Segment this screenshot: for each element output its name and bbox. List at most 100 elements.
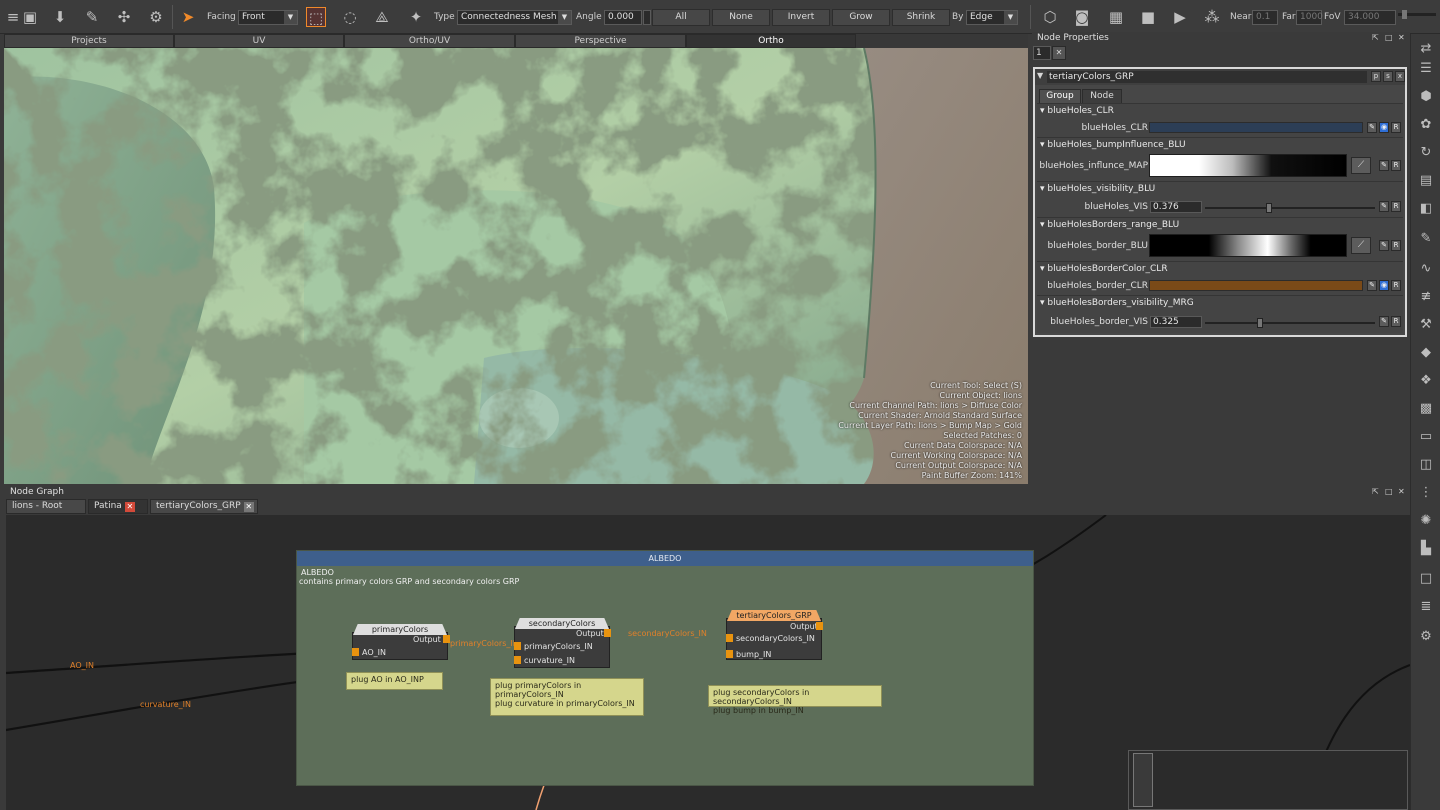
grow-button[interactable]: Grow: [832, 9, 890, 26]
layers-icon[interactable]: ☰: [1417, 60, 1435, 78]
select-none-button[interactable]: None: [712, 9, 770, 26]
section-title[interactable]: ▾ blueHoles_bumpInfluence_BLU: [1040, 140, 1186, 150]
tab-uv[interactable]: UV: [174, 34, 344, 48]
flow-tool-icon[interactable]: ✣: [114, 7, 134, 27]
select-all-button[interactable]: All: [652, 9, 710, 26]
grid-view-icon[interactable]: ▦: [1106, 7, 1126, 27]
color-icon[interactable]: ❖: [1417, 372, 1435, 390]
far-input[interactable]: 1000: [1296, 10, 1323, 25]
input-port[interactable]: [726, 650, 733, 658]
sticky-note-ao[interactable]: plug AO in AO_INP: [346, 672, 443, 690]
reset-button[interactable]: R: [1391, 201, 1401, 212]
reset-button[interactable]: R: [1391, 160, 1401, 171]
stroke-icon[interactable]: ∿: [1417, 260, 1435, 278]
reset-button[interactable]: R: [1391, 316, 1401, 327]
camera-icon[interactable]: ◙: [1072, 7, 1092, 27]
near-input[interactable]: 0.1: [1252, 10, 1278, 25]
tab-perspective[interactable]: Perspective: [515, 34, 686, 48]
value-field[interactable]: 0.376: [1150, 201, 1202, 213]
poly-lasso-icon[interactable]: ⟁: [372, 7, 392, 27]
mesh-select-icon[interactable]: ✦: [406, 7, 426, 27]
input-port[interactable]: [514, 642, 521, 650]
node-primarycolors[interactable]: primaryColors Output AO_IN: [352, 624, 450, 660]
slider-track[interactable]: [1205, 207, 1375, 209]
color-picker-icon[interactable]: ◉: [1379, 280, 1389, 291]
edit-icon[interactable]: ✎: [1379, 316, 1389, 327]
output-port[interactable]: [604, 629, 611, 637]
float-panel-icon[interactable]: ⇱: [1372, 33, 1379, 42]
color-swatch[interactable]: [1149, 280, 1363, 291]
gradient-ramp[interactable]: [1149, 154, 1347, 177]
brush-icon[interactable]: ✎: [1417, 230, 1435, 248]
curve-edit-icon[interactable]: ⟋: [1351, 157, 1371, 174]
float-panel-icon[interactable]: ⇱: [1372, 487, 1379, 496]
edit-icon[interactable]: ✎: [1379, 240, 1389, 251]
section-title[interactable]: ▾ blueHolesBorders_visibility_MRG: [1040, 298, 1194, 308]
section-title[interactable]: ▾ blueHolesBorderColor_CLR: [1040, 264, 1168, 274]
lasso-icon[interactable]: ◌: [340, 7, 360, 27]
reset-button[interactable]: R: [1391, 240, 1401, 251]
tab-tertiarycolors-grp[interactable]: tertiaryColors_GRP ✕: [150, 499, 258, 514]
shrink-button[interactable]: Shrink: [892, 9, 950, 26]
tab-lions-root[interactable]: lions - Root: [6, 499, 86, 514]
scatter-icon[interactable]: ⁂: [1202, 7, 1222, 27]
type-select[interactable]: Connectedness Mesh ▼: [457, 10, 572, 25]
node-graph-canvas[interactable]: AO_IN curvature_IN ALBEDO ALBEDO contain…: [6, 515, 1410, 810]
marquee-select-icon[interactable]: ⬚: [306, 7, 326, 27]
backdrop-title-bar[interactable]: ALBEDO: [297, 551, 1033, 566]
tools-icon[interactable]: ⚙: [1417, 628, 1435, 646]
fov-input[interactable]: 34.000: [1344, 10, 1396, 25]
pinned-count-input[interactable]: 1: [1033, 46, 1051, 60]
sticky-note-secondary-bump[interactable]: plug secondaryColors in secondaryColors_…: [708, 685, 882, 715]
node-graph-minimap[interactable]: [1128, 750, 1408, 810]
p-button[interactable]: p: [1371, 71, 1381, 82]
menu-grid-icon[interactable]: ⋮: [1417, 484, 1435, 502]
edit-icon[interactable]: ✎: [1367, 280, 1377, 291]
input-port[interactable]: [726, 634, 733, 642]
window-icon[interactable]: □: [1417, 570, 1435, 588]
viewer-icon[interactable]: ▭: [1417, 428, 1435, 446]
angle-input[interactable]: 0.000: [604, 10, 642, 25]
slider-track[interactable]: [1205, 322, 1375, 324]
expand-panels-icon[interactable]: ⇄: [1417, 40, 1435, 58]
tab-node[interactable]: Node: [1082, 89, 1122, 103]
section-title[interactable]: ▾ blueHoles_visibility_BLU: [1040, 184, 1155, 194]
node-tertiarycolors-grp[interactable]: tertiaryColors_GRP Output secondaryColor…: [726, 610, 823, 660]
tab-group[interactable]: Group: [1039, 89, 1081, 103]
gradient-ramp[interactable]: [1149, 234, 1347, 257]
close-panel-icon[interactable]: ✕: [1398, 33, 1405, 42]
paint-icon[interactable]: ✺: [1417, 512, 1435, 530]
facing-select[interactable]: Front ▼: [238, 10, 298, 25]
close-panel-icon[interactable]: ✕: [1398, 487, 1405, 496]
group-name-field[interactable]: tertiaryColors_GRP: [1047, 71, 1367, 83]
minimap-view-rect[interactable]: [1133, 753, 1153, 807]
stack-icon[interactable]: ◫: [1417, 456, 1435, 474]
stack-layers-icon[interactable]: ≣: [1417, 598, 1435, 616]
history-icon[interactable]: ↻: [1417, 144, 1435, 162]
value-field[interactable]: 0.325: [1150, 316, 1202, 328]
adjust-icon[interactable]: ⚒: [1417, 316, 1435, 334]
tab-ortho[interactable]: Ortho: [686, 34, 856, 48]
tab-ortho-uv[interactable]: Ortho/UV: [344, 34, 515, 48]
edit-icon[interactable]: ✎: [1367, 122, 1377, 133]
shaded-view-icon[interactable]: ■: [1138, 7, 1158, 27]
image-manager-icon[interactable]: ▤: [1417, 172, 1435, 190]
reset-button[interactable]: R: [1391, 122, 1401, 133]
input-port[interactable]: [514, 656, 521, 664]
close-tab-icon[interactable]: ✕: [124, 502, 135, 512]
import-icon[interactable]: ⬇: [50, 7, 70, 27]
flower-icon[interactable]: ✿: [1417, 116, 1435, 134]
collapse-arrow-icon[interactable]: ▼: [1037, 71, 1043, 80]
edit-icon[interactable]: ✎: [1379, 160, 1389, 171]
palette-icon[interactable]: ◧: [1417, 200, 1435, 218]
3d-viewport[interactable]: Current Tool: Select (S) Current Object:…: [4, 48, 1028, 484]
maximize-icon[interactable]: □: [1385, 487, 1393, 496]
albedo-backdrop[interactable]: ALBEDO ALBEDO contains primary colors GR…: [296, 550, 1034, 786]
close-tab-icon[interactable]: ✕: [243, 502, 254, 512]
output-port[interactable]: [443, 635, 450, 643]
fov-slider-knob[interactable]: [1402, 10, 1407, 19]
settings-tool-icon[interactable]: ⚙: [146, 7, 166, 27]
paint-tool-icon[interactable]: ✎: [82, 7, 102, 27]
maximize-icon[interactable]: □: [1385, 33, 1393, 42]
s-button[interactable]: s: [1383, 71, 1393, 82]
